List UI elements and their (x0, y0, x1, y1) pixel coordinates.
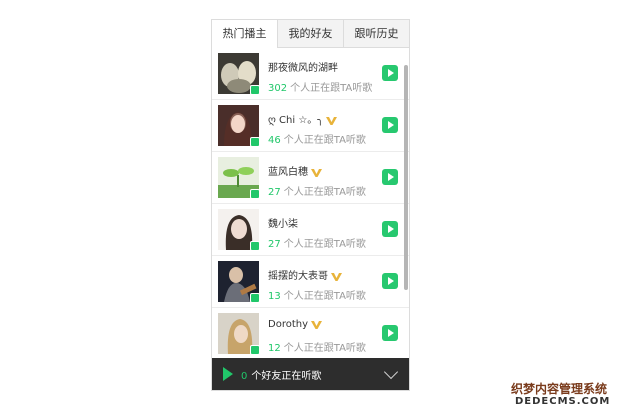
list-item[interactable]: ღ Chi ☆。╮ 46 个人正在跟TA听歌 (212, 100, 409, 152)
list-item[interactable]: 魏小柒 27 个人正在跟TA听歌 (212, 204, 409, 256)
chevron-down-icon[interactable] (383, 364, 399, 380)
avatar[interactable] (218, 53, 259, 94)
tab-listen-history[interactable]: 跟听历史 (343, 20, 409, 47)
listener-count: 12 (268, 343, 281, 354)
list-item[interactable]: 摇摆的大表哥 13 个人正在跟TA听歌 (212, 256, 409, 308)
host-name[interactable]: 蓝风白穗 (268, 167, 308, 178)
host-name-row: Dorothy (268, 319, 323, 330)
host-name[interactable]: Dorothy (268, 319, 308, 330)
play-button[interactable] (382, 325, 398, 341)
friends-listening-bar: 0 个好友正在听歌 (212, 358, 409, 390)
listener-info: 12 个人正在跟TA听歌 (268, 339, 366, 354)
list-item[interactable]: 蓝风白穗 27 个人正在跟TA听歌 (212, 152, 409, 204)
watermark-title: 织梦内容管理系统 (511, 382, 608, 396)
tab-hot-hosts[interactable]: 热门播主 (212, 20, 277, 48)
avatar[interactable] (218, 313, 259, 354)
listener-count: 27 (268, 187, 281, 198)
listener-text: 个人正在跟TA听歌 (283, 343, 366, 354)
host-name-row: 蓝风白穗 (268, 163, 322, 178)
vip-badge-icon (311, 320, 323, 329)
vip-badge-icon (331, 272, 342, 281)
listen-together-panel: 热门播主 我的好友 跟听历史 那夜微风的湖畔 302 个人正在跟TA听歌 ღ C… (211, 19, 410, 391)
listener-info: 302 个人正在跟TA听歌 (268, 79, 372, 94)
listener-count: 46 (268, 135, 281, 146)
avatar[interactable] (218, 157, 259, 198)
online-status-dot (250, 85, 259, 94)
host-name[interactable]: 魏小柒 (268, 215, 298, 230)
vip-badge-icon (311, 168, 322, 177)
listener-info: 27 个人正在跟TA听歌 (268, 235, 366, 250)
online-status-dot (250, 241, 259, 250)
host-name-row: 摇摆的大表哥 (268, 267, 342, 282)
listener-count: 13 (268, 291, 281, 302)
listener-text: 个人正在跟TA听歌 (290, 83, 373, 94)
avatar[interactable] (218, 105, 259, 146)
host-name-row: ღ Chi ☆。╮ (268, 111, 338, 126)
play-button[interactable] (382, 221, 398, 237)
play-button[interactable] (382, 117, 398, 133)
play-button[interactable] (382, 273, 398, 289)
listener-count: 302 (268, 83, 288, 94)
avatar[interactable] (218, 209, 259, 250)
listener-info: 27 个人正在跟TA听歌 (268, 183, 366, 198)
listener-info: 46 个人正在跟TA听歌 (268, 131, 366, 146)
vip-badge-icon (326, 116, 338, 125)
online-status-dot (250, 293, 259, 302)
list-item[interactable]: Dorothy 12 个人正在跟TA听歌 (212, 308, 409, 358)
play-button[interactable] (382, 65, 398, 81)
tab-my-friends[interactable]: 我的好友 (277, 20, 343, 47)
online-status-dot (250, 189, 259, 198)
listener-text: 个人正在跟TA听歌 (283, 135, 366, 146)
listener-text: 个人正在跟TA听歌 (283, 187, 366, 198)
tab-bar: 热门播主 我的好友 跟听历史 (212, 20, 409, 48)
listener-info: 13 个人正在跟TA听歌 (268, 287, 366, 302)
host-name[interactable]: ღ Chi ☆。╮ (268, 115, 323, 126)
list-item[interactable]: 那夜微风的湖畔 302 个人正在跟TA听歌 (212, 48, 409, 100)
host-list: 那夜微风的湖畔 302 个人正在跟TA听歌 ღ Chi ☆。╮ 46 个人正在跟TA… (212, 48, 409, 358)
play-button[interactable] (382, 169, 398, 185)
watermark-url: DEDECMS.COM (515, 396, 611, 407)
play-icon[interactable] (223, 367, 233, 381)
avatar[interactable] (218, 261, 259, 302)
online-status-dot (250, 345, 259, 354)
listener-text: 个人正在跟TA听歌 (283, 291, 366, 302)
host-name[interactable]: 那夜微风的湖畔 (268, 59, 338, 74)
listener-count: 27 (268, 239, 281, 250)
online-status-dot (250, 137, 259, 146)
listener-text: 个人正在跟TA听歌 (283, 239, 366, 250)
friends-listening-text: 个好友正在听歌 (251, 371, 322, 382)
friends-listening-info: 0 个好友正在听歌 (241, 367, 321, 382)
friends-listening-count: 0 (241, 371, 248, 382)
list-scrollbar[interactable] (404, 65, 408, 290)
host-name[interactable]: 摇摆的大表哥 (268, 271, 328, 282)
